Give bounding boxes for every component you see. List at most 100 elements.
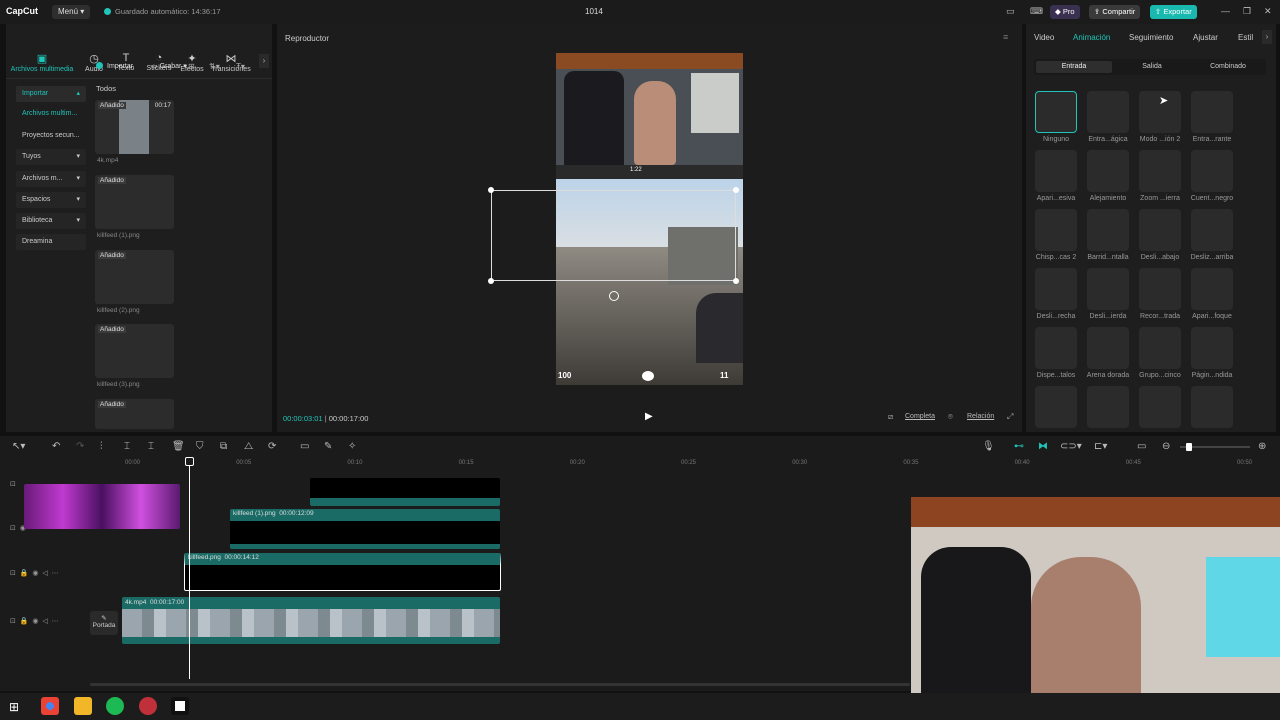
tab-video[interactable]: Video xyxy=(1034,33,1054,42)
animation-preset[interactable] xyxy=(1087,91,1129,133)
sort-icon[interactable]: ⇅▾ xyxy=(209,62,220,71)
zoom-out-icon[interactable]: ⊖ xyxy=(1162,441,1170,452)
layout-icon[interactable]: ▭ xyxy=(1006,6,1015,17)
magic-icon[interactable]: ✎ xyxy=(324,441,332,452)
selection-box[interactable] xyxy=(488,187,739,284)
subtab-entrada[interactable]: Entrada xyxy=(1036,61,1112,73)
killfeed1-clip[interactable]: killfeed (1).png 00:00:12:09 xyxy=(230,509,500,549)
fullscreen-icon[interactable]: ⤢ xyxy=(1007,412,1013,422)
sidebar-item-spaces[interactable]: Espacios ▾ xyxy=(16,192,86,208)
cover-button[interactable]: ✎ Portada xyxy=(90,611,118,635)
tab-animation[interactable]: Animación xyxy=(1073,33,1110,42)
overlay-clip[interactable] xyxy=(310,478,500,506)
zoom-fit-icon[interactable]: ⊕ xyxy=(1258,441,1266,452)
resize-handle[interactable] xyxy=(733,187,739,193)
grid-view-icon[interactable]: ⊞ xyxy=(188,62,195,71)
animation-preset[interactable] xyxy=(1139,386,1181,428)
windows-start-icon[interactable]: ⊞ xyxy=(9,700,19,714)
media-item[interactable]: Añadido xyxy=(95,324,174,378)
animation-preset[interactable] xyxy=(1035,386,1077,428)
resize-handle[interactable] xyxy=(488,187,494,193)
spotify-icon[interactable] xyxy=(106,697,124,715)
subtab-salida[interactable]: Salida xyxy=(1114,61,1190,73)
import-button[interactable]: Importar xyxy=(96,62,133,70)
animation-preset[interactable] xyxy=(1035,327,1077,369)
animation-preset[interactable] xyxy=(1191,91,1233,133)
animation-preset[interactable] xyxy=(1087,209,1129,251)
redo-icon[interactable]: ↷ xyxy=(76,441,84,452)
crop-icon[interactable]: ⧄ xyxy=(888,412,893,422)
subtab-combinado[interactable]: Combinado xyxy=(1190,61,1266,73)
file-explorer-icon[interactable] xyxy=(74,697,92,715)
full-quality-button[interactable]: Completa xyxy=(905,413,935,420)
sidebar-item-yours[interactable]: Tuyos ▾ xyxy=(16,149,86,165)
animation-preset[interactable] xyxy=(1087,386,1129,428)
maximize-icon[interactable]: ❐ xyxy=(1243,6,1251,17)
tab-style[interactable]: Estil xyxy=(1238,33,1253,42)
sidebar-item-media[interactable]: Archivos multim... xyxy=(16,106,86,122)
magnet-icon[interactable]: ⊷ xyxy=(1014,441,1024,452)
preview-axis-icon[interactable]: ⊂⊃▾ xyxy=(1060,441,1082,452)
split-left-icon[interactable]: ⌶ xyxy=(124,441,130,452)
media-item[interactable]: Añadido xyxy=(95,399,174,429)
select-tool-icon[interactable]: ↖▾ xyxy=(12,441,25,452)
rotate-icon[interactable]: ⟳ xyxy=(268,441,276,452)
split-right-icon[interactable]: ⌶ xyxy=(148,441,154,452)
sticker-clip[interactable] xyxy=(24,484,180,529)
rotate-handle-icon[interactable] xyxy=(609,291,619,301)
media-item[interactable]: Añadido 00:17 xyxy=(95,100,174,154)
link-icon[interactable]: ⧓ xyxy=(1038,441,1048,452)
share-button[interactable]: ⇪ Compartir xyxy=(1089,5,1141,19)
mirror-icon[interactable]: ⧍ xyxy=(244,441,253,452)
freeze-icon[interactable]: ▭ xyxy=(300,441,309,452)
split-icon[interactable]: ⫶ xyxy=(100,441,103,452)
animation-preset[interactable] xyxy=(1191,209,1233,251)
sidebar-item-import[interactable]: Importar ▴ xyxy=(16,86,86,102)
export-button[interactable]: ⇧ Exportar xyxy=(1150,5,1197,19)
delete-icon[interactable]: 🗑 xyxy=(172,441,185,452)
play-button[interactable]: ▶ xyxy=(645,411,653,422)
tabs-scroll-icon[interactable]: › xyxy=(1262,30,1272,44)
undo-icon[interactable]: ↶ xyxy=(52,441,60,452)
minimize-icon[interactable]: — xyxy=(1221,6,1230,16)
animation-preset[interactable] xyxy=(1191,386,1233,428)
tab-adjust[interactable]: Ajustar xyxy=(1193,33,1218,42)
killfeed-clip-selected[interactable]: killfeed.png 00:00:14:12 xyxy=(184,553,501,591)
valorant-icon[interactable] xyxy=(139,697,157,715)
keyboard-icon[interactable]: ⌨ xyxy=(1030,6,1043,17)
pro-badge[interactable]: ◆ Pro xyxy=(1050,5,1080,19)
screenshot-icon[interactable]: ⌾ xyxy=(948,412,953,422)
media-item[interactable]: Añadido xyxy=(95,175,174,229)
sidebar-item-archives[interactable]: Archivos m... ▾ xyxy=(16,171,86,187)
track-controls[interactable]: ⊡ 🔒 ◉ ◁ ⋯ xyxy=(10,617,59,625)
player-menu-icon[interactable]: ≡ xyxy=(1003,32,1008,42)
tab-tracking[interactable]: Seguimiento xyxy=(1129,33,1173,42)
animation-preset[interactable] xyxy=(1191,150,1233,192)
animation-preset[interactable] xyxy=(1035,209,1077,251)
ai-icon[interactable]: ✧ xyxy=(348,441,356,452)
animation-preset[interactable] xyxy=(1087,327,1129,369)
resize-handle[interactable] xyxy=(733,278,739,284)
playhead-handle[interactable] xyxy=(185,457,194,466)
sidebar-item-dreamina[interactable]: Dreamina xyxy=(16,234,86,250)
menu-button[interactable]: Menú ▾ xyxy=(52,5,91,19)
animation-preset[interactable] xyxy=(1087,268,1129,310)
tabs-scroll-icon[interactable]: › xyxy=(259,54,269,68)
capcut-taskbar-icon[interactable] xyxy=(171,697,189,715)
zoom-slider[interactable] xyxy=(1180,443,1250,451)
resize-handle[interactable] xyxy=(488,278,494,284)
media-item[interactable]: Añadido xyxy=(95,250,174,304)
track-controls[interactable]: ⊡ xyxy=(10,480,16,488)
sidebar-item-library[interactable]: Biblioteca ▾ xyxy=(16,213,86,229)
animation-preset[interactable] xyxy=(1191,268,1233,310)
animation-preset[interactable] xyxy=(1035,150,1077,192)
marker-icon[interactable]: ⛉ xyxy=(196,441,204,452)
caption-icon[interactable]: ▭ xyxy=(1137,441,1146,452)
close-icon[interactable]: ✕ xyxy=(1264,6,1272,17)
record-button[interactable]: ▭ Grabar ▾ xyxy=(151,62,187,70)
snap-icon[interactable]: ⊏▾ xyxy=(1094,441,1107,452)
filter-icon[interactable]: Ŧ▾ xyxy=(236,62,245,71)
timeline-scrollbar[interactable] xyxy=(90,683,910,686)
playhead[interactable] xyxy=(189,459,190,679)
animation-preset[interactable] xyxy=(1035,268,1077,310)
